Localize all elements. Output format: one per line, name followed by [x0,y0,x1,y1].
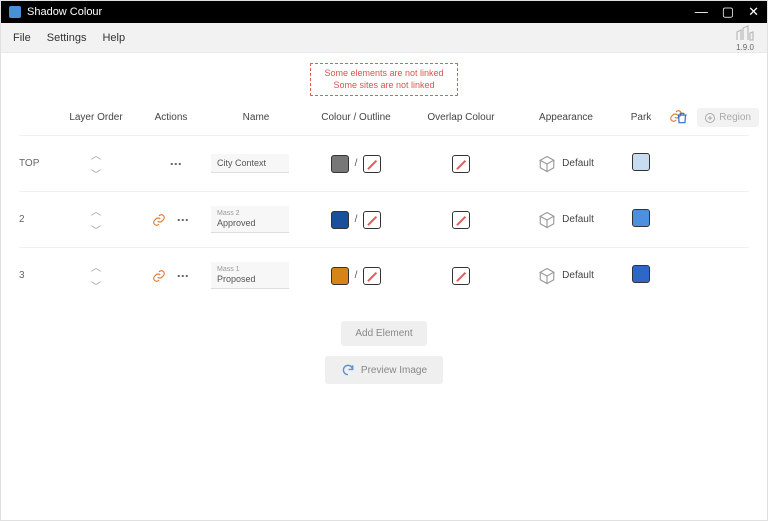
link-icon [152,213,166,227]
warning-line-1: Some elements are not linked [317,68,451,80]
move-down-button[interactable]: ﹀ [91,222,101,237]
version-badge: 1.9.0 [735,24,755,52]
refresh-icon [341,363,355,377]
colour-swatch[interactable] [331,155,349,173]
move-down-button[interactable]: ﹀ [91,166,101,181]
move-down-button[interactable]: ﹀ [91,278,101,293]
region-button[interactable]: Region [697,108,759,127]
content: Some elements are not linked Some sites … [1,53,767,394]
name-field[interactable]: City Context [211,154,289,173]
titlebar: Shadow Colour — ▢ ✕ [1,1,767,23]
row-index: 3 [19,270,61,281]
appearance-select[interactable]: Default [511,211,621,229]
appearance-value: Default [562,158,594,169]
appearance-select[interactable]: Default [511,267,621,285]
appearance-value: Default [562,270,594,281]
header-actions: Actions [131,108,211,127]
row-actions: ⋮ [131,269,211,283]
overlap-colour-swatch[interactable] [452,211,470,229]
header-layer-order: Layer Order [61,108,131,127]
row-actions: ⋮ [131,213,211,227]
plus-icon [705,113,715,123]
header-park: Park [621,108,661,127]
warning-line-2: Some sites are not linked [317,80,451,92]
separator: / [355,158,358,169]
minimize-button[interactable]: — [695,4,708,20]
separator: / [355,270,358,281]
table-row: 2 ︿ ﹀ ⋮ Mass 2Approved / Default [19,191,749,247]
buildings-icon [735,24,755,42]
mass-label: Mass 1 [217,266,283,273]
park-swatch[interactable] [632,209,650,227]
link-icon [152,269,166,283]
row-index: 2 [19,214,61,225]
appearance-value: Default [562,214,594,225]
outline-swatch[interactable] [363,155,381,173]
window-controls: — ▢ ✕ [695,4,759,20]
layer-order-controls: ︿ ﹀ [61,203,131,237]
colour-swatch[interactable] [331,211,349,229]
trash-icon [675,111,689,125]
move-up-button[interactable]: ︿ [91,147,101,162]
park-swatch[interactable] [632,265,650,283]
header-colour-outline: Colour / Outline [301,108,411,127]
layer-order-controls: ︿ ﹀ [61,147,131,181]
maximize-button[interactable]: ▢ [722,4,734,20]
row-name: City Context [217,158,266,168]
row-name: Proposed [217,274,256,284]
window-title: Shadow Colour [27,6,102,18]
appearance-select[interactable]: Default [511,155,621,173]
warning-banner: Some elements are not linked Some sites … [310,63,458,96]
separator: / [355,214,358,225]
park-swatch[interactable] [632,153,650,171]
row-name: Approved [217,218,256,228]
outline-swatch[interactable] [363,211,381,229]
more-actions-button[interactable]: ⋮ [169,158,183,170]
preview-image-button[interactable]: Preview Image [325,356,443,384]
outline-swatch[interactable] [363,267,381,285]
more-actions-button[interactable]: ⋮ [176,214,190,226]
cube-icon [538,267,556,285]
header-appearance: Appearance [511,108,621,127]
menubar: File Settings Help 1.9.0 [1,23,767,53]
table-row: TOP ︿ ﹀ ⋮ City Context / Default [19,135,749,191]
version-text: 1.9.0 [736,43,754,52]
menu-settings[interactable]: Settings [47,32,87,44]
header-name: Name [211,108,301,127]
layer-order-controls: ︿ ﹀ [61,259,131,293]
cube-icon [538,155,556,173]
menu-help[interactable]: Help [102,32,125,44]
name-field[interactable]: Mass 1Proposed [211,262,289,289]
overlap-colour-swatch[interactable] [452,155,470,173]
link-button[interactable] [152,213,166,227]
mass-label: Mass 2 [217,210,283,217]
overlap-colour-swatch[interactable] [452,267,470,285]
action-buttons: Add Element Preview Image [19,321,749,384]
link-button[interactable] [152,269,166,283]
table-row: 3 ︿ ﹀ ⋮ Mass 1Proposed / Default [19,247,749,303]
more-actions-button[interactable]: ⋮ [176,270,190,282]
close-button[interactable]: ✕ [748,4,759,20]
colour-swatch[interactable] [331,267,349,285]
cube-icon [538,211,556,229]
move-up-button[interactable]: ︿ [91,203,101,218]
row-index: TOP [19,158,61,169]
menu-file[interactable]: File [13,32,31,44]
app-icon [9,6,21,18]
name-field[interactable]: Mass 2Approved [211,206,289,233]
move-up-button[interactable]: ︿ [91,259,101,274]
row-actions: ⋮ [131,158,211,170]
column-headers: Layer Order Actions Name Colour / Outlin… [19,104,749,131]
delete-all-button[interactable] [675,111,689,125]
add-element-button[interactable]: Add Element [341,321,426,346]
header-overlap-colour: Overlap Colour [411,108,511,127]
